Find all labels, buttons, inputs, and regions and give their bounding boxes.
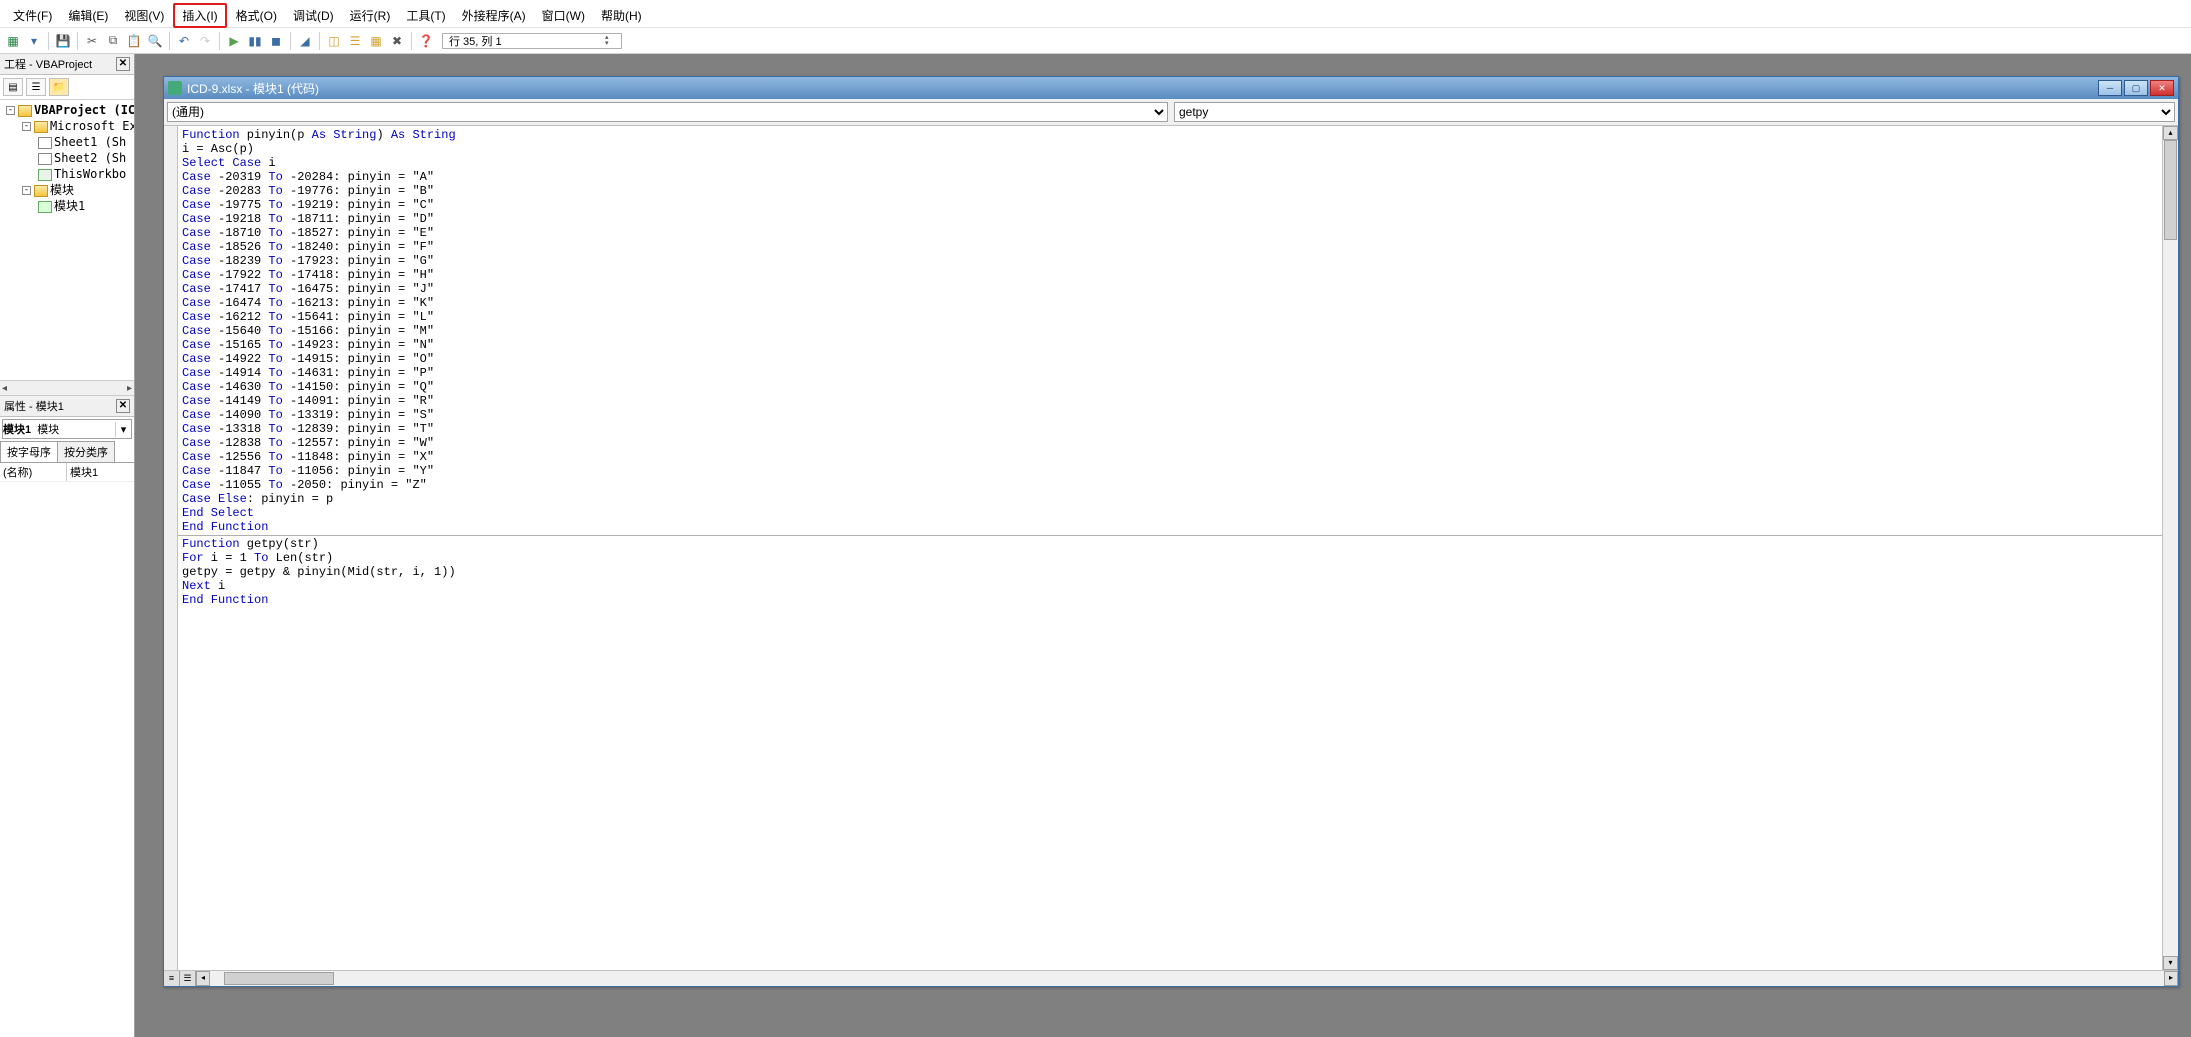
menu-help[interactable]: 帮助(H) [594, 5, 649, 26]
cut-icon[interactable]: ✂ [83, 32, 101, 50]
menu-format[interactable]: 格式(O) [229, 5, 284, 26]
code-window-titlebar[interactable]: ICD-9.xlsx - 模块1 (代码) ─ ▢ ✕ [164, 77, 2178, 99]
code-editor[interactable]: Function pinyin(p As String) As String i… [178, 126, 2162, 970]
menu-window[interactable]: 窗口(W) [535, 5, 592, 26]
menu-edit[interactable]: 编辑(E) [61, 5, 115, 26]
project-pane-title: 工程 - VBAProject ✕ [0, 54, 134, 75]
redo-icon[interactable]: ↷ [196, 32, 214, 50]
properties-icon[interactable]: ☰ [346, 32, 364, 50]
object-browser-icon[interactable]: ▦ [367, 32, 385, 50]
design-mode-icon[interactable]: ◢ [296, 32, 314, 50]
properties-pane-label: 属性 - 模块1 [4, 398, 64, 414]
menu-view[interactable]: 视图(V) [117, 5, 171, 26]
menu-addins[interactable]: 外接程序(A) [455, 5, 533, 26]
help-icon[interactable]: ❓ [417, 32, 435, 50]
properties-tab-category[interactable]: 按分类序 [57, 441, 115, 462]
object-dropdown[interactable]: (通用) [167, 102, 1168, 122]
paste-icon[interactable]: 📋 [125, 32, 143, 50]
property-name-value[interactable]: 模块1 [67, 463, 101, 481]
project-pane-label: 工程 - VBAProject [4, 56, 92, 72]
project-tree[interactable]: -VBAProject (IC -Microsoft Exc Sheet1 (S… [0, 100, 134, 380]
project-explorer-icon[interactable]: ◫ [325, 32, 343, 50]
code-window-icon [168, 81, 182, 95]
view-object-icon[interactable]: ☰ [26, 78, 46, 96]
run-icon[interactable]: ▶ [225, 32, 243, 50]
menu-tools[interactable]: 工具(T) [399, 5, 452, 26]
menu-bar: 文件(F) 编辑(E) 视图(V) 插入(I) 格式(O) 调试(D) 运行(R… [0, 4, 2191, 28]
menu-insert[interactable]: 插入(I) [173, 3, 226, 28]
break-icon[interactable]: ▮▮ [246, 32, 264, 50]
toolbox-icon[interactable]: ✖ [388, 32, 406, 50]
project-pane-close-icon[interactable]: ✕ [116, 57, 130, 71]
menu-file[interactable]: 文件(F) [6, 5, 59, 26]
property-name-key: (名称) [0, 463, 67, 481]
copy-icon[interactable]: ⧉ [104, 32, 122, 50]
save-module-icon[interactable]: 💾 [54, 32, 72, 50]
maximize-button[interactable]: ▢ [2124, 80, 2148, 96]
code-vertical-scrollbar[interactable]: ▴ ▾ [2162, 126, 2178, 970]
minimize-button[interactable]: ─ [2098, 80, 2122, 96]
full-module-view-icon[interactable]: ☰ [180, 971, 196, 986]
undo-icon[interactable]: ↶ [175, 32, 193, 50]
toolbar: ▦ ▾ 💾 ✂ ⧉ 📋 🔍 ↶ ↷ ▶ ▮▮ ◼ ◢ ◫ ☰ ▦ ✖ ❓ ▴▾ [0, 28, 2191, 54]
properties-pane-close-icon[interactable]: ✕ [116, 399, 130, 413]
toggle-folders-icon[interactable]: 📁 [49, 78, 69, 96]
menu-run[interactable]: 运行(R) [343, 5, 398, 26]
procedure-view-icon[interactable]: ≡ [164, 971, 180, 986]
cursor-position-input[interactable] [447, 34, 605, 48]
code-margin[interactable] [164, 126, 178, 970]
reset-icon[interactable]: ◼ [267, 32, 285, 50]
properties-tab-alpha[interactable]: 按字母序 [0, 441, 58, 462]
code-horizontal-scrollbar[interactable]: ≡ ☰ ◂ ▸ [164, 970, 2178, 986]
properties-pane-title: 属性 - 模块1 ✕ [0, 396, 134, 417]
find-icon[interactable]: 🔍 [146, 32, 164, 50]
cursor-position-box: ▴▾ [442, 33, 622, 49]
mdi-client-area: ICD-9.xlsx - 模块1 (代码) ─ ▢ ✕ (通用) getpy F… [135, 54, 2191, 1037]
procedure-dropdown[interactable]: getpy [1174, 102, 2175, 122]
view-code-icon[interactable]: ▤ [3, 78, 23, 96]
properties-object-selector[interactable]: 模块1 模块 ▾ [2, 419, 132, 439]
close-button[interactable]: ✕ [2150, 80, 2174, 96]
view-excel-icon[interactable]: ▦ [4, 32, 22, 50]
chevron-down-icon[interactable]: ▾ [115, 422, 131, 437]
menu-debug[interactable]: 调试(D) [286, 5, 341, 26]
project-hscroll[interactable]: ◂▸ [0, 380, 134, 396]
save-icon[interactable]: ▾ [25, 32, 43, 50]
code-window: ICD-9.xlsx - 模块1 (代码) ─ ▢ ✕ (通用) getpy F… [163, 76, 2179, 987]
properties-grid[interactable]: (名称) 模块1 [0, 463, 134, 1037]
code-window-title: ICD-9.xlsx - 模块1 (代码) [187, 80, 319, 97]
